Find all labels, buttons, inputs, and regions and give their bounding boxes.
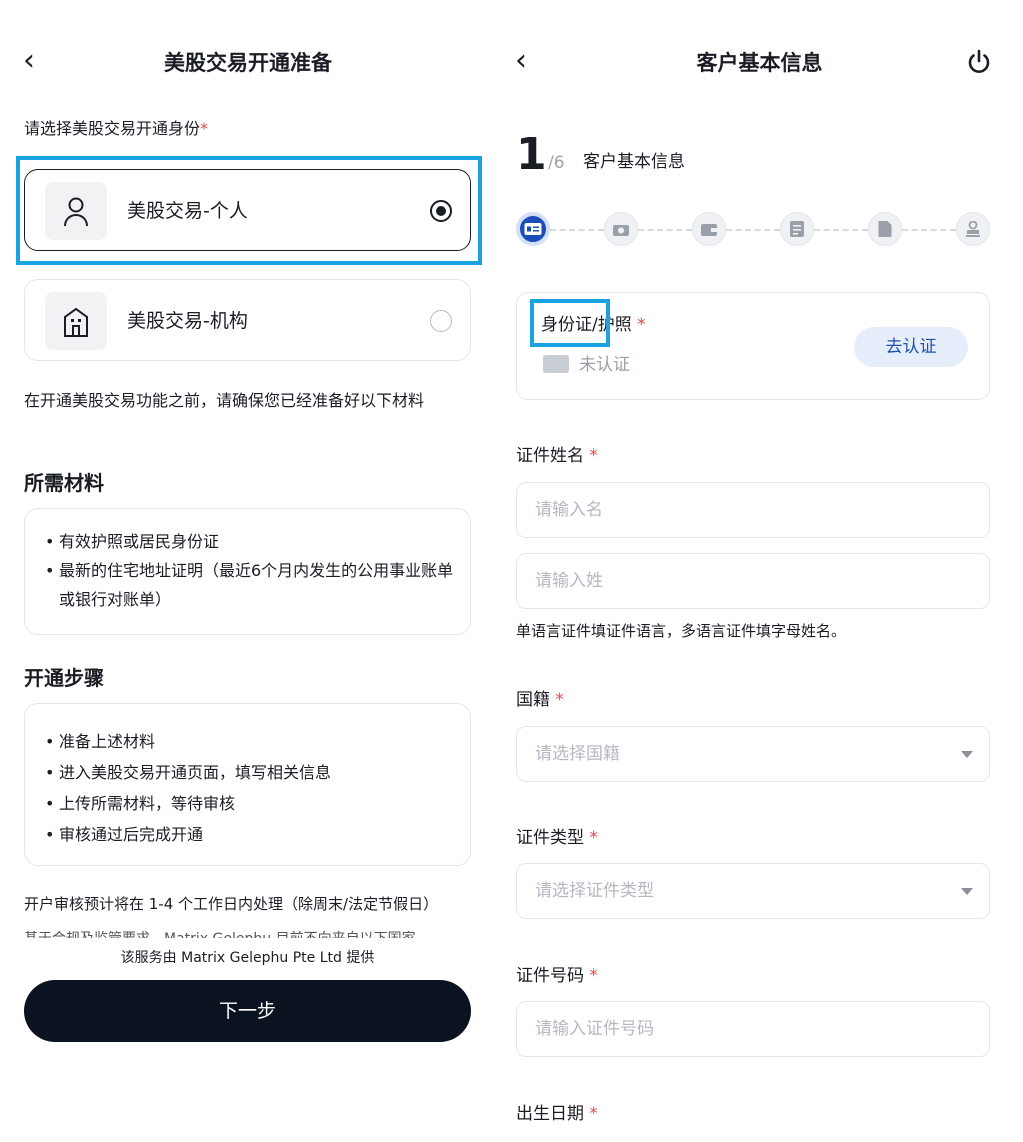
right-screen: ‹ 客户基本信息 1 /6 客户基本信息 身份证/护照 * 未认证 去认证 证件… [496, 0, 1023, 1142]
option-institution[interactable]: 美股交易-机构 [24, 279, 471, 361]
id-type-label-text: 证件类型 [516, 828, 584, 848]
stepper-connector [902, 229, 956, 231]
last-name-input[interactable]: 请输入姓 [516, 553, 990, 609]
option-individual[interactable]: 美股交易-个人 [24, 169, 471, 251]
id-card-icon [516, 212, 550, 246]
nationality-label: 国籍 * [516, 688, 564, 712]
birth-date-label-text: 出生日期 [516, 1104, 584, 1124]
next-button[interactable]: 下一步 [24, 980, 471, 1042]
required-mark: * [555, 690, 564, 710]
list-item: 有效护照或居民身份证 [45, 527, 455, 556]
verify-button[interactable]: 去认证 [854, 327, 968, 367]
list-item: 上传所需材料，等待审核 [45, 788, 455, 819]
right-header: ‹ 客户基本信息 [496, 0, 1023, 124]
first-name-input[interactable]: 请输入名 [516, 482, 990, 538]
name-label-text: 证件姓名 [516, 446, 584, 466]
compliance-notice: 基于合规及监管要求，Matrix Gelephu 目前不向来自以下国家 [24, 926, 484, 938]
page-title: 客户基本信息 [696, 51, 823, 75]
stepper-connector [814, 229, 868, 231]
radio-unselected[interactable] [430, 310, 452, 332]
id-status: 未认证 [543, 353, 630, 377]
document-icon [868, 212, 902, 246]
stepper-connector [638, 229, 692, 231]
step-total: /6 [548, 153, 565, 173]
list-item: 最新的住宅地址证明（最近6个月内发生的公用事业账单或银行对账单） [45, 556, 455, 614]
list-item: 审核通过后完成开通 [45, 819, 455, 850]
person-icon [45, 182, 107, 240]
stepper-connector [550, 229, 604, 231]
stamp-icon [956, 212, 990, 246]
required-mark: * [589, 828, 598, 848]
materials-card: 有效护照或居民身份证 最新的住宅地址证明（最近6个月内发生的公用事业账单或银行对… [24, 508, 471, 635]
required-mark: * [589, 446, 598, 466]
chevron-down-icon [961, 751, 973, 758]
id-type-select[interactable]: 请选择证件类型 [516, 863, 990, 919]
steps-title: 开通步骤 [24, 666, 104, 690]
id-number-label: 证件号码 * [516, 964, 598, 988]
id-number-input[interactable]: 请输入证件号码 [516, 1001, 990, 1057]
stepper-connector [726, 229, 780, 231]
name-label: 证件姓名 * [516, 444, 598, 468]
page-title: 美股交易开通准备 [164, 51, 332, 75]
power-icon[interactable] [965, 48, 993, 76]
checklist-icon [780, 212, 814, 246]
id-number-label-text: 证件号码 [516, 966, 584, 986]
steps-card: 准备上述材料 进入美股交易开通页面，填写相关信息 上传所需材料，等待审核 审核通… [24, 703, 471, 866]
list-item: 进入美股交易开通页面，填写相关信息 [45, 757, 455, 788]
id-label-highlight [530, 299, 610, 347]
name-hint: 单语言证件填证件语言，多语言证件填字母姓名。 [516, 622, 847, 640]
radio-selected[interactable] [430, 200, 452, 222]
list-item: 准备上述材料 [45, 726, 455, 757]
review-notice: 开户审核预计将在 1-4 个工作日内处理（除周末/法定节假日） [24, 895, 439, 913]
materials-title: 所需材料 [24, 471, 104, 495]
option-individual-label: 美股交易-个人 [127, 200, 248, 222]
id-type-placeholder: 请选择证件类型 [535, 881, 654, 901]
chevron-down-icon [961, 888, 973, 895]
identity-choose-text: 请选择美股交易开通身份 [24, 119, 201, 138]
required-mark: * [200, 119, 209, 138]
left-screen: ‹ 美股交易开通准备 请选择美股交易开通身份* 美股交易-个人 美股交易-机构 … [0, 0, 496, 1142]
intro-text: 在开通美股交易功能之前，请确保您已经准备好以下材料 [24, 391, 425, 410]
nationality-placeholder: 请选择国籍 [535, 744, 620, 764]
required-mark: * [637, 315, 646, 335]
building-icon [45, 292, 107, 350]
left-header: ‹ 美股交易开通准备 [0, 0, 496, 124]
birth-date-label: 出生日期 * [516, 1102, 598, 1126]
nationality-label-text: 国籍 [516, 690, 550, 710]
service-provider: 该服务由 Matrix Gelephu Pte Ltd 提供 [120, 950, 375, 966]
required-mark: * [589, 1104, 598, 1124]
required-mark: * [589, 966, 598, 986]
wallet-icon [692, 212, 726, 246]
identity-choose-label: 请选择美股交易开通身份* [24, 118, 208, 140]
id-card-icon [543, 355, 569, 373]
step-current: 1 [516, 129, 547, 180]
step-label: 客户基本信息 [583, 152, 685, 172]
id-status-text: 未认证 [579, 355, 630, 375]
option-institution-label: 美股交易-机构 [127, 310, 248, 332]
progress-stepper [516, 210, 991, 250]
id-type-label: 证件类型 * [516, 826, 598, 850]
nationality-select[interactable]: 请选择国籍 [516, 726, 990, 782]
camera-icon [604, 212, 638, 246]
